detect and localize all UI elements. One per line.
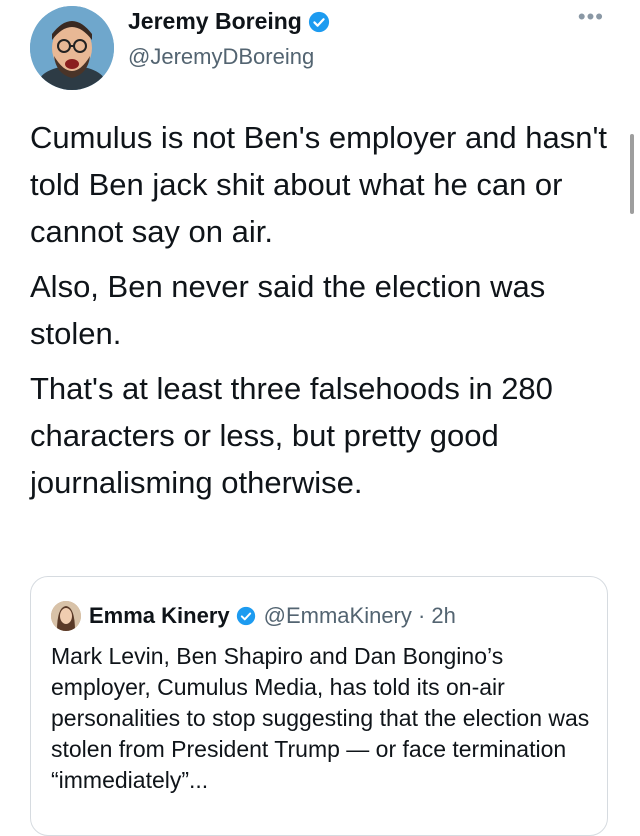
quoted-author-avatar[interactable]: [51, 601, 81, 631]
author-avatar[interactable]: [30, 6, 114, 90]
verified-badge-icon: [308, 11, 329, 32]
scrollbar[interactable]: [630, 134, 634, 214]
quoted-tweet-header: Emma Kinery @EmmaKinery · 2h: [51, 601, 456, 631]
quoted-tweet-card[interactable]: Emma Kinery @EmmaKinery · 2h Mark Levin,…: [30, 576, 608, 836]
tweet-text: Cumulus is not Ben's employer and hasn't…: [30, 114, 620, 514]
tweet-paragraph: That's at least three falsehoods in 280 …: [30, 371, 553, 500]
quoted-tweet-text: Mark Levin, Ben Shapiro and Dan Bongino’…: [51, 643, 590, 793]
more-options-icon[interactable]: •••: [578, 4, 604, 30]
verified-badge-icon: [236, 606, 255, 626]
quoted-author-name[interactable]: Emma Kinery: [89, 603, 230, 629]
quoted-author-avatar-image: [51, 601, 81, 631]
author-handle[interactable]: @JeremyDBoreing: [128, 44, 314, 70]
tweet-paragraph: Also, Ben never said the election was st…: [30, 269, 546, 351]
quoted-author-handle-time[interactable]: @EmmaKinery · 2h: [264, 603, 456, 629]
author-display-name[interactable]: Jeremy Boreing: [128, 8, 302, 35]
author-avatar-image: [30, 6, 114, 90]
author-name-row: Jeremy Boreing: [128, 8, 330, 35]
tweet-paragraph: Cumulus is not Ben's employer and hasn't…: [30, 120, 608, 249]
